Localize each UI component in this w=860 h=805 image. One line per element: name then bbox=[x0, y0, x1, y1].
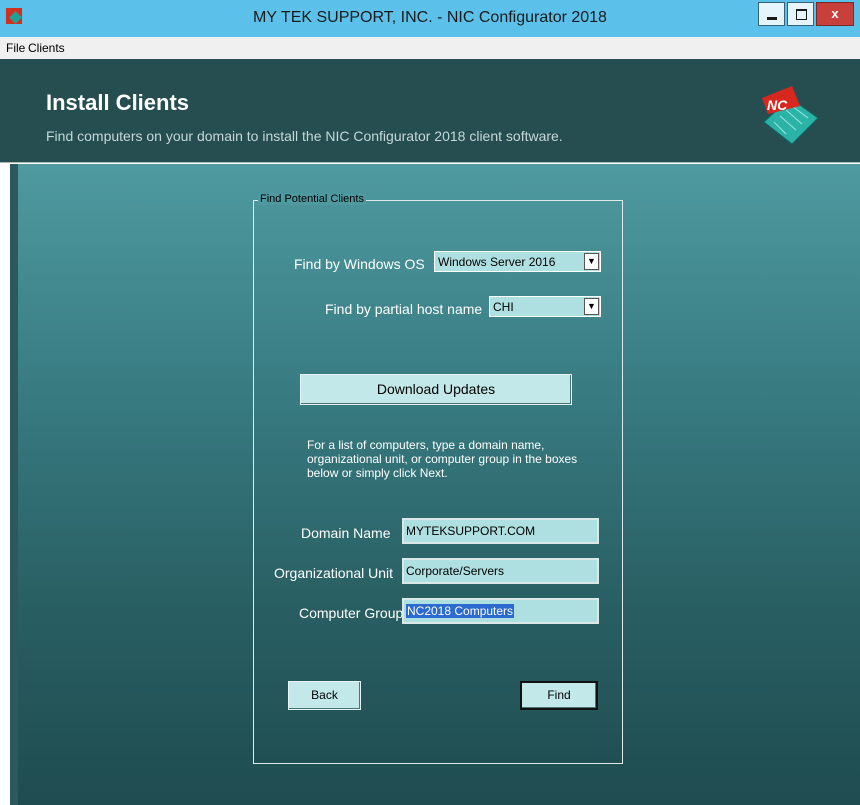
ou-field-value: Corporate/Servers bbox=[406, 564, 505, 578]
maximize-button[interactable] bbox=[787, 2, 814, 26]
domain-label: Domain Name bbox=[301, 525, 391, 541]
logo-text: NC bbox=[767, 97, 788, 113]
menu-bar: File Clients bbox=[0, 37, 860, 59]
main-panel: Find Potential Clients Find by Windows O… bbox=[10, 164, 860, 805]
minimize-button[interactable] bbox=[758, 2, 785, 26]
menu-file[interactable]: File bbox=[6, 41, 25, 55]
window-title: MY TEK SUPPORT, INC. - NIC Configurator … bbox=[253, 9, 607, 26]
back-button[interactable]: Back bbox=[288, 681, 361, 710]
chevron-down-icon[interactable]: ▼ bbox=[584, 253, 599, 270]
help-text: For a list of computers, type a domain n… bbox=[307, 438, 578, 480]
find-button[interactable]: Find bbox=[520, 681, 598, 710]
os-dropdown-value: Windows Server 2016 bbox=[438, 255, 556, 269]
host-dropdown-value: CHI bbox=[493, 300, 514, 314]
domain-field[interactable]: MYTEKSUPPORT.COM bbox=[402, 518, 599, 544]
host-dropdown[interactable]: CHI ▼ bbox=[489, 296, 601, 317]
close-button[interactable]: x bbox=[816, 2, 854, 26]
ou-field[interactable]: Corporate/Servers bbox=[402, 558, 599, 584]
find-clients-group: Find Potential Clients Find by Windows O… bbox=[253, 193, 623, 764]
computer-group-label: Computer Group bbox=[299, 605, 404, 621]
menu-clients[interactable]: Clients bbox=[28, 41, 65, 55]
title-bar: MY TEK SUPPORT, INC. - NIC Configurator … bbox=[0, 0, 860, 37]
os-dropdown[interactable]: Windows Server 2016 ▼ bbox=[434, 251, 601, 272]
host-label: Find by partial host name bbox=[325, 301, 483, 317]
domain-field-value: MYTEKSUPPORT.COM bbox=[406, 524, 536, 538]
page-header: Install Clients Find computers on your d… bbox=[0, 59, 860, 163]
computer-group-field-value: NC2018 Computers bbox=[406, 604, 515, 618]
computer-group-field[interactable]: NC2018 Computers bbox=[402, 598, 599, 624]
chevron-down-icon[interactable]: ▼ bbox=[584, 298, 599, 315]
group-legend: Find Potential Clients bbox=[258, 193, 366, 205]
page-subtitle: Find computers on your domain to install… bbox=[46, 128, 563, 144]
os-label: Find by Windows OS bbox=[294, 256, 425, 272]
page-title: Install Clients bbox=[46, 90, 190, 115]
download-updates-button[interactable]: Download Updates bbox=[300, 374, 572, 405]
nic-chip-logo: NC bbox=[762, 86, 819, 145]
ou-label: Organizational Unit bbox=[274, 565, 394, 581]
